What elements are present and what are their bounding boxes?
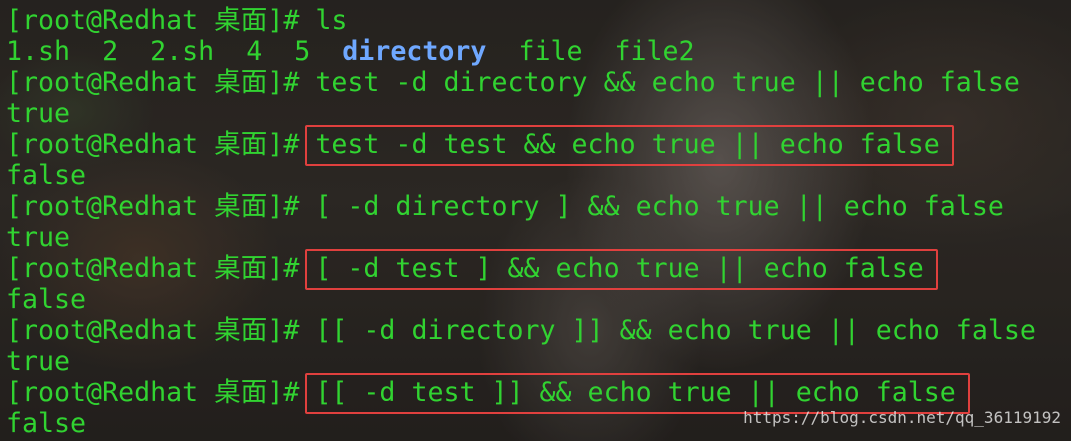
command-line: [root@Redhat 桌面]# test -d directory && e… xyxy=(6,67,1071,98)
terminal-output[interactable]: [root@Redhat 桌面]# ls 1.sh 2 2.sh 4 5 dire… xyxy=(6,5,1071,441)
highlight-box xyxy=(304,249,938,290)
shell-prompt: [root@Redhat 桌面]# xyxy=(6,315,316,346)
file-name: 4 xyxy=(246,36,263,67)
shell-prompt: [root@Redhat 桌面]# xyxy=(6,377,316,408)
file-name: 2 xyxy=(102,36,119,67)
ls-output: 1.sh 2 2.sh 4 5 directory file file2 xyxy=(6,36,1071,67)
shell-prompt: [root@Redhat 桌面]# xyxy=(6,129,316,160)
directory-name: directory xyxy=(342,36,487,67)
command-text: [ -d directory ] && echo true || echo fa… xyxy=(315,191,1004,222)
shell-prompt: [root@Redhat 桌面]# xyxy=(6,5,316,36)
file-name: 1.sh xyxy=(6,36,71,67)
command-line: [root@Redhat 桌面]# ls xyxy=(6,5,1071,36)
file-name: file xyxy=(518,36,583,67)
highlight-box xyxy=(304,125,954,166)
command-text: [[ -d directory ]] && echo true || echo … xyxy=(315,315,1036,346)
command-line: [root@Redhat 桌面]# [[ -d directory ]] && … xyxy=(6,315,1071,346)
file-name: 2.sh xyxy=(150,36,215,67)
shell-prompt: [root@Redhat 桌面]# xyxy=(6,67,316,98)
watermark: https://blog.csdn.net/qq_36119192 xyxy=(743,408,1061,427)
shell-prompt: [root@Redhat 桌面]# xyxy=(6,253,316,284)
command-line: [root@Redhat 桌面]# [ -d directory ] && ec… xyxy=(6,191,1071,222)
file-name: file2 xyxy=(614,36,695,67)
command-text: ls xyxy=(315,5,348,36)
command-text: test -d directory && echo true || echo f… xyxy=(315,67,1020,98)
file-name: 5 xyxy=(294,36,311,67)
shell-prompt: [root@Redhat 桌面]# xyxy=(6,191,316,222)
